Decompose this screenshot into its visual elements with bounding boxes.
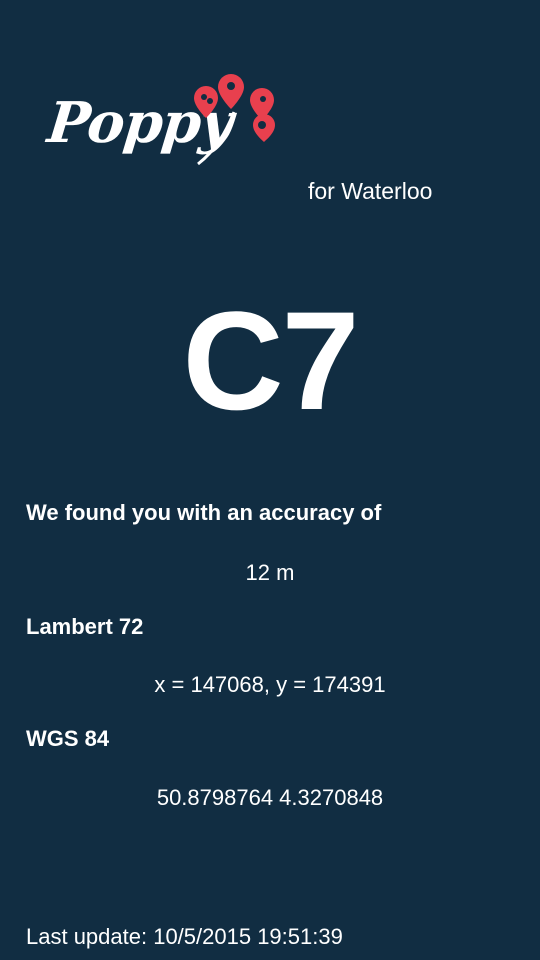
app-subtitle: for Waterloo bbox=[308, 178, 433, 204]
app-logo: Poppy bbox=[45, 72, 280, 176]
wgs-label: WGS 84 bbox=[26, 726, 110, 751]
wgs-value: 50.8798764 4.3270848 bbox=[156, 785, 384, 810]
map-pin-flower-icon bbox=[194, 74, 275, 166]
accuracy-value: 12 m bbox=[245, 560, 295, 585]
grid-code: C7 bbox=[182, 282, 360, 439]
accuracy-label: We found you with an accuracy of bbox=[26, 500, 382, 525]
lambert-value: x = 147068, y = 174391 bbox=[154, 672, 386, 697]
lambert-label: Lambert 72 bbox=[26, 614, 144, 639]
last-update-text: Last update: 10/5/2015 19:51:39 bbox=[26, 924, 343, 949]
